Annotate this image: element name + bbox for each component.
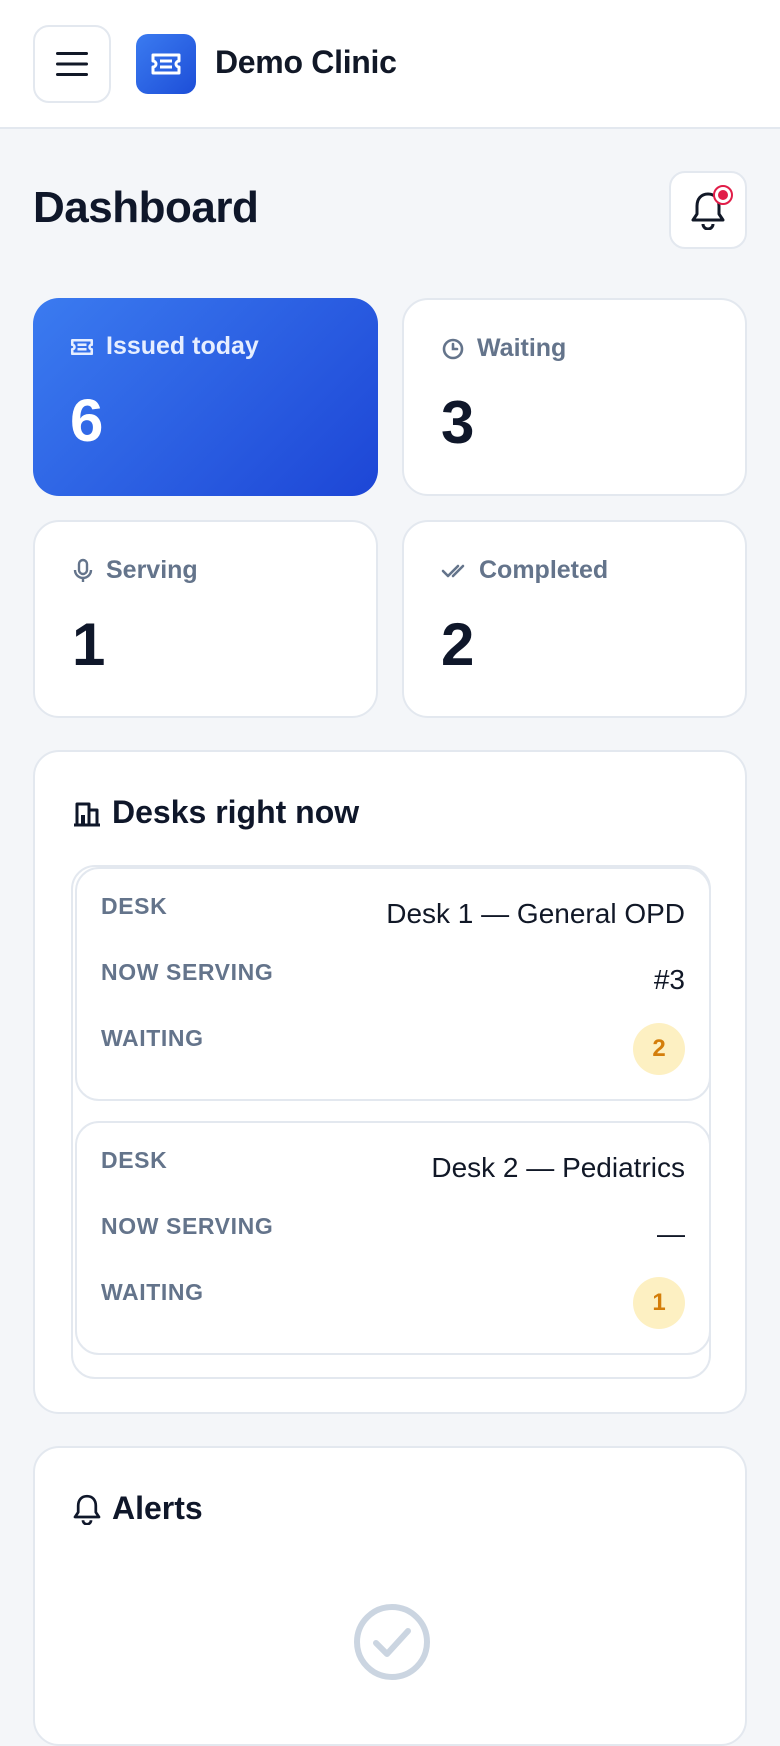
desk-label: DESK	[101, 893, 168, 919]
ticket-icon	[70, 338, 94, 355]
desk-row[interactable]: DESK Desk 1 — General OPD NOW SERVING #3…	[75, 867, 711, 1101]
stat-serving[interactable]: Serving 1	[33, 520, 378, 718]
check-circle-icon	[354, 1604, 430, 1680]
stat-completed[interactable]: Completed 2	[402, 520, 747, 718]
ticket-icon	[151, 53, 181, 75]
unread-indicator	[713, 185, 733, 205]
double-check-icon	[441, 564, 465, 577]
desks-list: DESK Desk 1 — General OPD NOW SERVING #3…	[71, 865, 711, 1379]
desk-label: DESK	[101, 1147, 168, 1173]
stat-value: 3	[441, 389, 475, 456]
now-serving-label: NOW SERVING	[101, 959, 274, 985]
stat-label: Waiting	[477, 334, 567, 362]
alerts-title: Alerts	[112, 1490, 203, 1526]
stat-issued-today[interactable]: Issued today 6	[33, 298, 378, 496]
stat-label: Completed	[479, 556, 609, 584]
stat-value: 1	[72, 611, 106, 678]
menu-icon	[56, 52, 88, 76]
stat-label: Serving	[106, 556, 198, 584]
bell-icon	[73, 1494, 101, 1525]
desks-title: Desks right now	[112, 794, 360, 830]
menu-button[interactable]	[33, 25, 111, 103]
now-serving-label: NOW SERVING	[101, 1213, 274, 1239]
now-serving-value: #3	[653, 964, 685, 995]
desk-row[interactable]: DESK Desk 2 — Pediatrics NOW SERVING — W…	[75, 1121, 711, 1355]
building-icon	[74, 802, 100, 826]
stat-value: 6	[70, 387, 104, 454]
page-title: Dashboard	[33, 183, 259, 232]
desk-name: Desk 2 — Pediatrics	[431, 1152, 685, 1183]
desk-name: Desk 1 — General OPD	[386, 898, 685, 929]
waiting-count-badge: 2	[633, 1023, 685, 1075]
stat-waiting[interactable]: Waiting 3	[402, 298, 747, 496]
now-serving-value: —	[657, 1218, 685, 1249]
mic-icon	[73, 558, 93, 582]
stat-label: Issued today	[106, 332, 259, 360]
brand-logo[interactable]	[136, 34, 196, 94]
waiting-label: WAITING	[101, 1279, 204, 1305]
desks-card: Desks right now DESK Desk 1 — General OP…	[33, 750, 747, 1414]
alerts-card: Alerts	[33, 1446, 747, 1746]
waiting-count-badge: 1	[633, 1277, 685, 1329]
brand-name: Demo Clinic	[215, 44, 397, 80]
stat-value: 2	[441, 611, 475, 678]
clock-icon	[442, 338, 464, 359]
top-bar: Demo Clinic	[0, 0, 780, 129]
waiting-label: WAITING	[101, 1025, 204, 1051]
notifications-button[interactable]	[669, 171, 747, 249]
